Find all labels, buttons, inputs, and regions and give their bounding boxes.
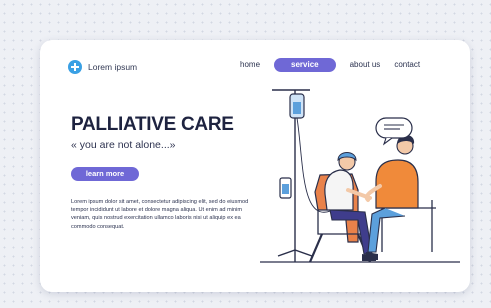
page-subtitle: « you are not alone...» xyxy=(71,139,176,151)
page-title: PALLIATIVE CARE xyxy=(71,114,234,135)
iv-drip-patient-illustration xyxy=(260,89,460,263)
hero-body-text: Lorem ipsum dolor sit amet, consectetur … xyxy=(71,199,249,230)
nav-about-us[interactable]: about us xyxy=(350,58,381,72)
nav-home[interactable]: home xyxy=(240,58,260,72)
learn-more-button[interactable]: learn more xyxy=(71,167,139,181)
brand-name: Lorem ipsum xyxy=(88,62,138,72)
nav-service[interactable]: service xyxy=(274,58,336,72)
top-nav: home service about us contact xyxy=(240,58,420,72)
nav-contact[interactable]: contact xyxy=(394,58,420,72)
medical-cross-icon xyxy=(68,60,82,74)
landing-card: Lorem ipsum home service about us contac… xyxy=(40,40,470,292)
brand[interactable]: Lorem ipsum xyxy=(68,60,137,74)
